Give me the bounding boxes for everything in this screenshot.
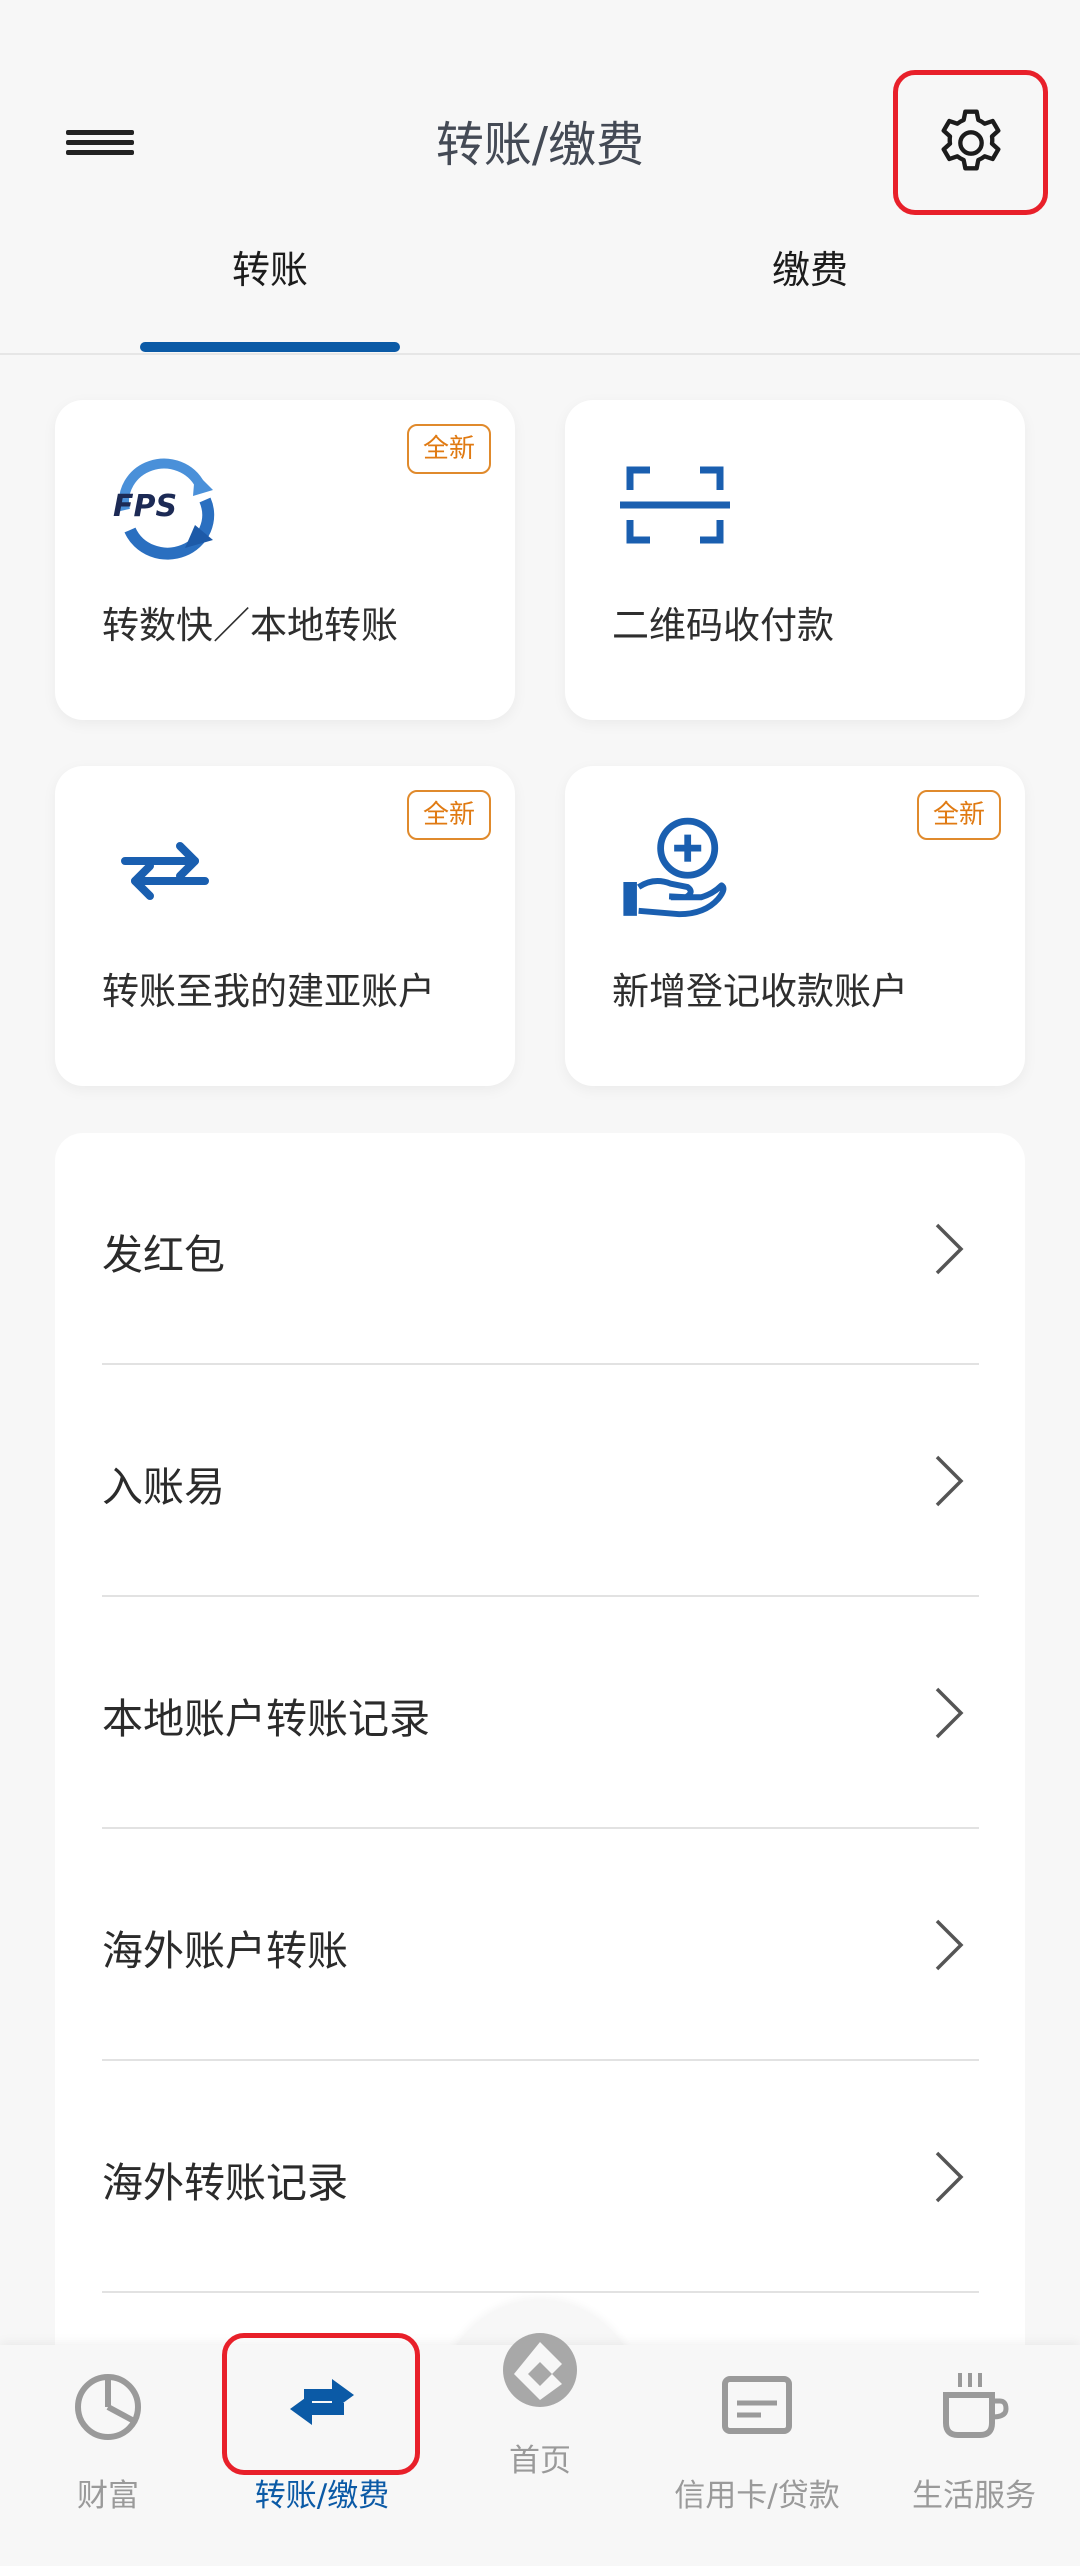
coffee-cup-icon (943, 2373, 1009, 2438)
chevron-right-icon (935, 1455, 964, 1507)
list-item-label: 发红包 (102, 1231, 225, 1279)
fps-icon: FPS (113, 458, 215, 560)
new-badge: 全新 (916, 790, 1001, 840)
list-item-label: 入账易 (102, 1463, 225, 1511)
card-transfer-own-account[interactable]: 全新 转账至我的建亚账户 (55, 766, 515, 1086)
nav-label: 首页 (509, 2443, 571, 2479)
card-label: 转账至我的建亚账户 (102, 970, 435, 1013)
nav-life-services[interactable]: 生活服务 (874, 2365, 1074, 2545)
list-item-easy-credit[interactable]: 入账易 (102, 1365, 979, 1597)
nav-label: 财富 (77, 2478, 139, 2514)
nav-label: 转账/缴费 (254, 2478, 390, 2514)
card-label: 新增登记收款账户 (612, 970, 908, 1013)
bottom-navigation: 财富 转账/缴费 首页 信用卡/贷款 生活服务 (0, 2333, 1080, 2566)
card-label: 二维码收付款 (612, 604, 834, 647)
list-item-red-packet[interactable]: 发红包 (102, 1133, 979, 1365)
app-header: 转账/缴费 转账 缴费 (0, 0, 1080, 355)
credit-card-icon (722, 2376, 792, 2434)
list-item-label: 本地账户转账记录 (102, 1695, 430, 1743)
tab-transfer[interactable]: 转账 (140, 240, 400, 300)
transfer-menu-list: 发红包 入账易 本地账户转账记录 海外账户转账 海外转账记录 (55, 1133, 1025, 2433)
chevron-right-icon (935, 1919, 964, 1971)
chevron-right-icon (935, 2151, 964, 2203)
tab-payment[interactable]: 缴费 (680, 240, 940, 300)
gear-icon (941, 109, 1000, 170)
list-item-overseas-transfer[interactable]: 海外账户转账 (102, 1829, 979, 2061)
list-item-overseas-transfer-records[interactable]: 海外转账记录 (102, 2061, 979, 2293)
card-label: 转数快／本地转账 (102, 604, 398, 647)
chevron-right-icon (935, 1687, 964, 1739)
new-badge: 全新 (406, 424, 491, 474)
list-item-local-transfer-records[interactable]: 本地账户转账记录 (102, 1597, 979, 1829)
nav-label: 信用卡/贷款 (674, 2478, 840, 2514)
svg-text:FPS: FPS (113, 489, 177, 524)
list-item-label: 海外账户转账 (102, 1927, 348, 1975)
nav-credit-card-loan[interactable]: 信用卡/贷款 (657, 2365, 857, 2545)
settings-button[interactable] (893, 70, 1048, 215)
pie-chart-icon (75, 2374, 141, 2440)
swap-arrows-icon (121, 842, 209, 900)
nav-wealth[interactable]: 财富 (8, 2365, 208, 2545)
hand-plus-icon (623, 817, 727, 918)
nav-label: 生活服务 (912, 2478, 1036, 2514)
card-qr-payment[interactable]: 二维码收付款 (565, 400, 1025, 720)
chevron-right-icon (935, 1223, 964, 1275)
ccb-logo-icon (503, 2333, 577, 2407)
list-item-label: 海外转账记录 (102, 2159, 348, 2207)
new-badge: 全新 (406, 790, 491, 840)
qr-scan-icon (620, 466, 730, 544)
nav-home[interactable]: 首页 (440, 2330, 640, 2510)
card-fps-transfer[interactable]: FPS 全新 转数快／本地转账 (55, 400, 515, 720)
active-tab-indicator (140, 342, 400, 352)
nav-highlight-frame (222, 2333, 420, 2475)
card-add-payee[interactable]: 全新 新增登记收款账户 (565, 766, 1025, 1086)
